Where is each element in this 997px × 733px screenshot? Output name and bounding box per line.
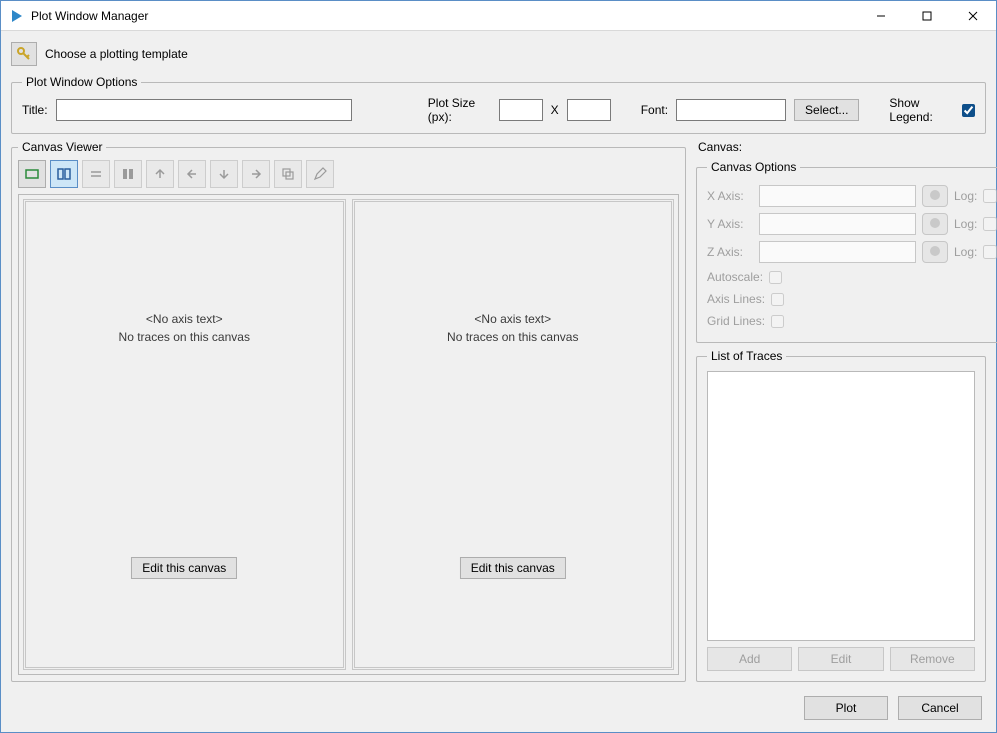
grid-lines-checkbox[interactable]	[771, 315, 784, 328]
right-column: Canvas: Canvas Options X Axis: Log: Y Ax…	[696, 140, 986, 682]
canvas-panel-1[interactable]: <No axis text> No traces on this canvas …	[23, 199, 346, 670]
layout-split-icon[interactable]	[50, 160, 78, 188]
z-log-checkbox[interactable]	[983, 245, 997, 259]
x-axis-color-button[interactable]	[922, 185, 948, 207]
middle-area: Canvas Viewer <No axis text>	[11, 140, 986, 682]
trace-edit-button[interactable]: Edit	[798, 647, 883, 671]
plot-window-options: Plot Window Options Title: Plot Size (px…	[11, 75, 986, 134]
trace-remove-button[interactable]: Remove	[890, 647, 975, 671]
choose-template-label: Choose a plotting template	[45, 47, 188, 61]
y-axis-color-button[interactable]	[922, 213, 948, 235]
close-button[interactable]	[950, 1, 996, 31]
circle-icon	[928, 216, 942, 233]
grid-lines-row: Grid Lines:	[707, 310, 997, 332]
autoscale-row: Autoscale:	[707, 266, 997, 288]
x-axis-row: X Axis: Log:	[707, 182, 997, 210]
canvas-options: Canvas Options X Axis: Log: Y Axis:	[696, 160, 997, 343]
y-axis-input[interactable]	[759, 213, 916, 235]
layout-single-icon[interactable]	[18, 160, 46, 188]
x-log-label: Log:	[954, 189, 977, 203]
cancel-button[interactable]: Cancel	[898, 696, 982, 720]
x-log-checkbox[interactable]	[983, 189, 997, 203]
canvas-toolbar	[18, 158, 679, 194]
axis-lines-row: Axis Lines:	[707, 288, 997, 310]
traces-listbox[interactable]	[707, 371, 975, 641]
minimize-button[interactable]	[858, 1, 904, 31]
canvas-panel-2[interactable]: <No axis text> No traces on this canvas …	[352, 199, 675, 670]
key-icon	[16, 46, 32, 62]
plot-options-row: Title: Plot Size (px): X Font: Select...…	[22, 97, 975, 123]
axis-lines-label: Axis Lines:	[707, 292, 765, 306]
bottom-buttons: Plot Cancel	[11, 688, 986, 722]
z-axis-label: Z Axis:	[707, 245, 753, 259]
arrow-left-icon[interactable]	[178, 160, 206, 188]
choose-template-button[interactable]	[11, 42, 37, 66]
canvas1-no-traces: No traces on this canvas	[119, 330, 250, 344]
z-axis-row: Z Axis: Log:	[707, 238, 997, 266]
y-axis-row: Y Axis: Log:	[707, 210, 997, 238]
y-axis-label: Y Axis:	[707, 217, 753, 231]
copy-icon[interactable]	[274, 160, 302, 188]
client-area: Choose a plotting template Plot Window O…	[1, 31, 996, 732]
title-label: Title:	[22, 103, 48, 117]
circle-icon	[928, 188, 942, 205]
canvas2-no-traces: No traces on this canvas	[447, 330, 578, 344]
grid-lines-label: Grid Lines:	[707, 314, 765, 328]
circle-icon	[928, 244, 942, 261]
plot-button[interactable]: Plot	[804, 696, 888, 720]
plot-width-input[interactable]	[499, 99, 543, 121]
x-axis-label: X Axis:	[707, 189, 753, 203]
size-separator: X	[551, 103, 559, 117]
window-root: Plot Window Manager Choose a plotting te…	[0, 0, 997, 733]
plot-window-options-legend: Plot Window Options	[22, 75, 141, 89]
titlebar: Plot Window Manager	[1, 1, 996, 31]
plot-size-label: Plot Size (px):	[428, 96, 491, 124]
canvas1-axis-text: <No axis text>	[146, 312, 223, 326]
arrow-right-icon[interactable]	[242, 160, 270, 188]
canvas-header: Canvas:	[696, 140, 986, 154]
axis-lines-checkbox[interactable]	[771, 293, 784, 306]
autoscale-checkbox[interactable]	[769, 271, 782, 284]
list-of-traces-legend: List of Traces	[707, 349, 786, 363]
arrow-down-icon[interactable]	[210, 160, 238, 188]
title-input[interactable]	[56, 99, 352, 121]
canvas2-axis-text: <No axis text>	[474, 312, 551, 326]
z-axis-color-button[interactable]	[922, 241, 948, 263]
canvas2-edit-button[interactable]: Edit this canvas	[460, 557, 566, 579]
edit-icon[interactable]	[306, 160, 334, 188]
canvas-viewer: Canvas Viewer <No axis text>	[11, 140, 686, 682]
show-legend-checkbox[interactable]	[962, 104, 975, 117]
font-select-button[interactable]: Select...	[794, 99, 859, 121]
canvas-area: <No axis text> No traces on this canvas …	[18, 194, 679, 675]
autoscale-label: Autoscale:	[707, 270, 763, 284]
z-log-label: Log:	[954, 245, 977, 259]
template-toolbar: Choose a plotting template	[11, 39, 986, 69]
trace-add-button[interactable]: Add	[707, 647, 792, 671]
arrow-up-icon[interactable]	[146, 160, 174, 188]
z-axis-input[interactable]	[759, 241, 916, 263]
show-legend-label: Show Legend:	[889, 96, 954, 124]
canvas-options-legend: Canvas Options	[707, 160, 800, 174]
x-axis-input[interactable]	[759, 185, 916, 207]
y-log-checkbox[interactable]	[983, 217, 997, 231]
app-icon	[9, 8, 25, 24]
plot-height-input[interactable]	[567, 99, 611, 121]
y-log-label: Log:	[954, 217, 977, 231]
canvas1-edit-button[interactable]: Edit this canvas	[131, 557, 237, 579]
font-input[interactable]	[676, 99, 786, 121]
canvas-viewer-legend: Canvas Viewer	[18, 140, 106, 154]
font-label: Font:	[641, 103, 668, 117]
columns-icon[interactable]	[114, 160, 142, 188]
swap-icon[interactable]	[82, 160, 110, 188]
list-of-traces: List of Traces Add Edit Remove	[696, 349, 986, 682]
traces-buttons: Add Edit Remove	[707, 647, 975, 671]
maximize-button[interactable]	[904, 1, 950, 31]
window-title: Plot Window Manager	[31, 9, 858, 23]
